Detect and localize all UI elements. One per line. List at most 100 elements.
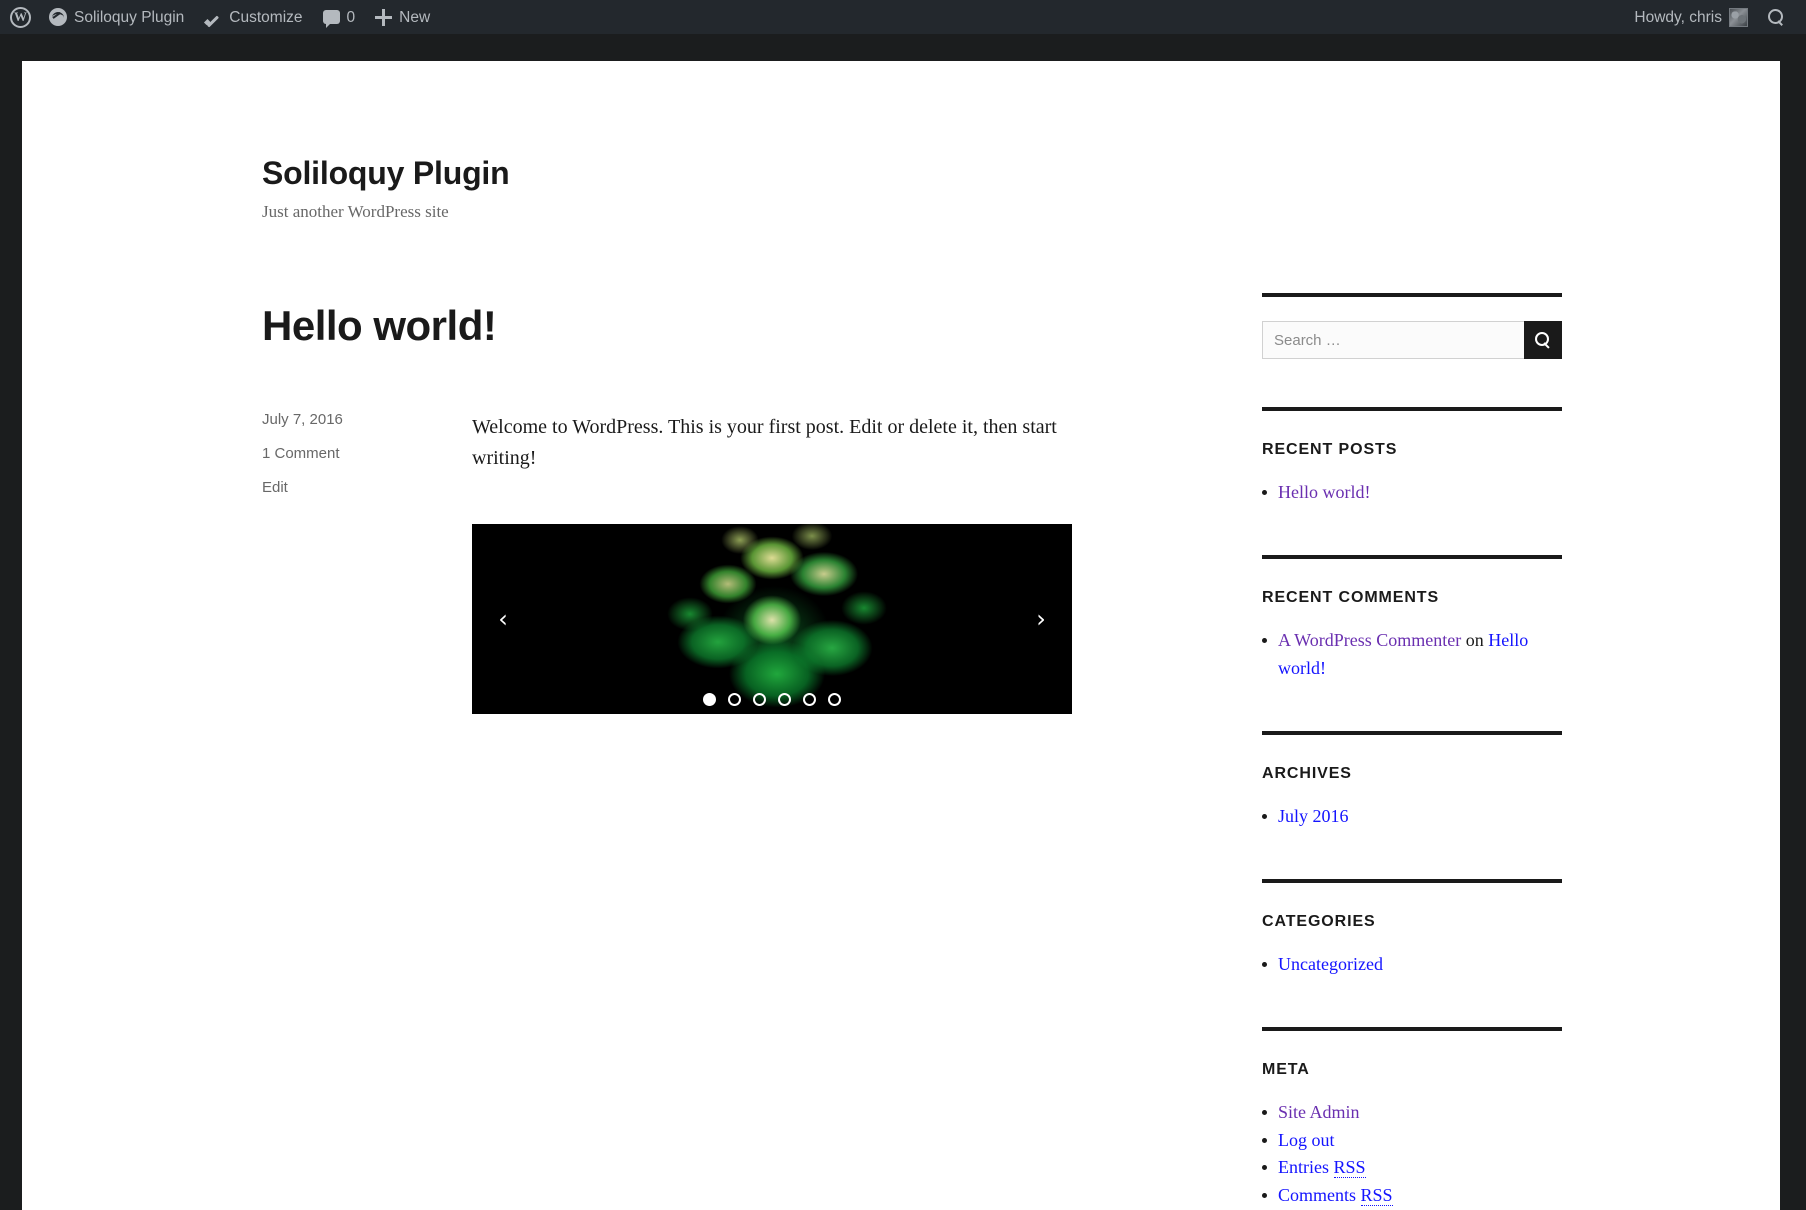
categories-list: Uncategorized xyxy=(1262,951,1562,979)
recent-comments-list: A WordPress Commenter on Hello world! xyxy=(1262,627,1562,683)
widget-divider xyxy=(1262,555,1562,560)
list-item: Entries RSS xyxy=(1262,1154,1562,1182)
list-item: Uncategorized xyxy=(1262,951,1562,979)
site-canvas: Soliloquy Plugin Just another WordPress … xyxy=(22,61,1780,1210)
soliloquy-slider[interactable]: ‹ › xyxy=(472,524,1072,715)
wp-admin-bar: Soliloquy Plugin Customize 0 New Howdy, … xyxy=(0,0,1806,34)
widget-title-recent-posts: Recent Posts xyxy=(1262,441,1398,459)
adminbar-wp-logo[interactable] xyxy=(0,0,39,34)
search-submit-button[interactable] xyxy=(1524,321,1562,360)
slider-next-arrow-icon[interactable]: › xyxy=(1028,606,1054,632)
rss-abbreviation: RSS xyxy=(1360,1185,1393,1207)
entry-date[interactable]: July 7, 2016 xyxy=(262,412,472,427)
slider-pagination-dot[interactable] xyxy=(828,693,841,707)
adminbar-customize-label: Customize xyxy=(229,8,303,26)
content-wrapper: Hello world! July 7, 2016 1 Comment Edit… xyxy=(22,224,1780,1210)
primary-content: Hello world! July 7, 2016 1 Comment Edit… xyxy=(262,302,1122,1210)
widget-divider xyxy=(1262,878,1562,883)
entry-meta: July 7, 2016 1 Comment Edit xyxy=(262,412,472,714)
slider-pagination-dot[interactable] xyxy=(703,693,716,707)
rss-abbreviation: RSS xyxy=(1333,1157,1366,1179)
admin-bar-left-group: Soliloquy Plugin Customize 0 New xyxy=(0,0,440,34)
widget-divider xyxy=(1262,1026,1562,1031)
site-header: Soliloquy Plugin Just another WordPress … xyxy=(22,61,1780,224)
meta-link-comments-rss[interactable]: Comments RSS xyxy=(1278,1185,1393,1207)
adminbar-site-name-label: Soliloquy Plugin xyxy=(74,8,185,26)
list-item: Site Admin xyxy=(1262,1099,1562,1127)
list-item: Log out xyxy=(1262,1127,1562,1155)
widget-recent-posts: Recent Posts Hello world! xyxy=(1262,407,1562,507)
entry-paragraph: Welcome to WordPress. This is your first… xyxy=(472,416,1057,470)
widget-archives: Archives July 2016 xyxy=(1262,730,1562,831)
brush-icon xyxy=(204,8,222,26)
category-link[interactable]: Uncategorized xyxy=(1278,954,1383,974)
widget-title-meta: Meta xyxy=(1262,1060,1310,1078)
plus-icon xyxy=(375,8,393,26)
widget-title-archives: Archives xyxy=(1262,764,1352,782)
entry-edit-link[interactable]: Edit xyxy=(262,480,472,495)
adminbar-howdy-label: Howdy, chris xyxy=(1634,8,1722,26)
avatar xyxy=(1729,7,1748,27)
site-title[interactable]: Soliloquy Plugin xyxy=(262,154,1780,192)
site-tagline: Just another WordPress site xyxy=(262,202,449,222)
meta-entries-rss-label: Entries RSS xyxy=(1278,1157,1366,1179)
sidebar: Recent Posts Hello world! Recent Comment… xyxy=(1262,293,1562,1210)
entry-content: Welcome to WordPress. This is your first… xyxy=(472,412,1072,715)
search-icon xyxy=(1768,9,1784,25)
widget-divider xyxy=(1262,730,1562,735)
slider-pagination xyxy=(472,693,1072,707)
widget-divider xyxy=(1262,293,1562,298)
adminbar-search-button[interactable] xyxy=(1758,0,1794,34)
widget-categories: Categories Uncategorized xyxy=(1262,878,1562,979)
search-form xyxy=(1262,321,1562,360)
slider-pagination-dot[interactable] xyxy=(753,693,766,707)
adminbar-my-account[interactable]: Howdy, chris xyxy=(1624,0,1758,34)
recent-post-link[interactable]: Hello world! xyxy=(1278,482,1370,502)
meta-comments-rss-label: Comments RSS xyxy=(1278,1185,1393,1207)
list-item: Hello world! xyxy=(1262,479,1562,507)
archives-list: July 2016 xyxy=(1262,803,1562,831)
comment-bubble-icon xyxy=(322,10,340,28)
page-title: Hello world! xyxy=(262,302,497,350)
browser-frame: Soliloquy Plugin Customize 0 New Howdy, … xyxy=(0,0,1806,1210)
adminbar-site-name[interactable]: Soliloquy Plugin xyxy=(39,0,194,34)
entry-body: July 7, 2016 1 Comment Edit Welcome to W… xyxy=(262,412,1122,715)
dashboard-icon xyxy=(49,8,67,26)
adminbar-comments-count: 0 xyxy=(346,8,356,26)
list-item: Comments RSS xyxy=(1262,1182,1562,1210)
admin-bar-right-group: Howdy, chris xyxy=(1624,0,1806,34)
slider-image-green-ink xyxy=(472,524,1072,715)
widget-title-categories: Categories xyxy=(1262,912,1376,930)
entry-comments-link[interactable]: 1 Comment xyxy=(262,446,472,461)
comment-connector-text: on xyxy=(1461,630,1489,651)
adminbar-new-content[interactable]: New xyxy=(365,0,440,34)
slider-pagination-dot[interactable] xyxy=(728,693,741,707)
slider-pagination-dot[interactable] xyxy=(803,693,816,707)
search-icon xyxy=(1535,332,1551,348)
comment-author-link[interactable]: A WordPress Commenter xyxy=(1278,630,1461,650)
meta-link-entries-rss[interactable]: Entries RSS xyxy=(1278,1157,1366,1179)
widget-title-recent-comments: Recent Comments xyxy=(1262,589,1440,607)
widget-search xyxy=(1262,293,1562,360)
list-item: July 2016 xyxy=(1262,803,1562,831)
adminbar-customize[interactable]: Customize xyxy=(194,0,312,34)
search-input[interactable] xyxy=(1262,321,1524,360)
adminbar-comments[interactable]: 0 xyxy=(313,0,366,34)
recent-posts-list: Hello world! xyxy=(1262,479,1562,507)
meta-list: Site Admin Log out Entries RSS Comments … xyxy=(1262,1099,1562,1210)
meta-link-site-admin[interactable]: Site Admin xyxy=(1278,1102,1360,1122)
widget-divider xyxy=(1262,407,1562,412)
archive-link[interactable]: July 2016 xyxy=(1278,806,1349,826)
widget-meta: Meta Site Admin Log out Entries RSS xyxy=(1262,1026,1562,1210)
list-item: A WordPress Commenter on Hello world! xyxy=(1262,627,1562,683)
wordpress-logo-icon xyxy=(10,6,31,28)
slider-prev-arrow-icon[interactable]: ‹ xyxy=(490,606,516,632)
meta-link-log-out[interactable]: Log out xyxy=(1278,1130,1335,1150)
slider-pagination-dot[interactable] xyxy=(778,693,791,707)
widget-recent-comments: Recent Comments A WordPress Commenter on… xyxy=(1262,555,1562,683)
